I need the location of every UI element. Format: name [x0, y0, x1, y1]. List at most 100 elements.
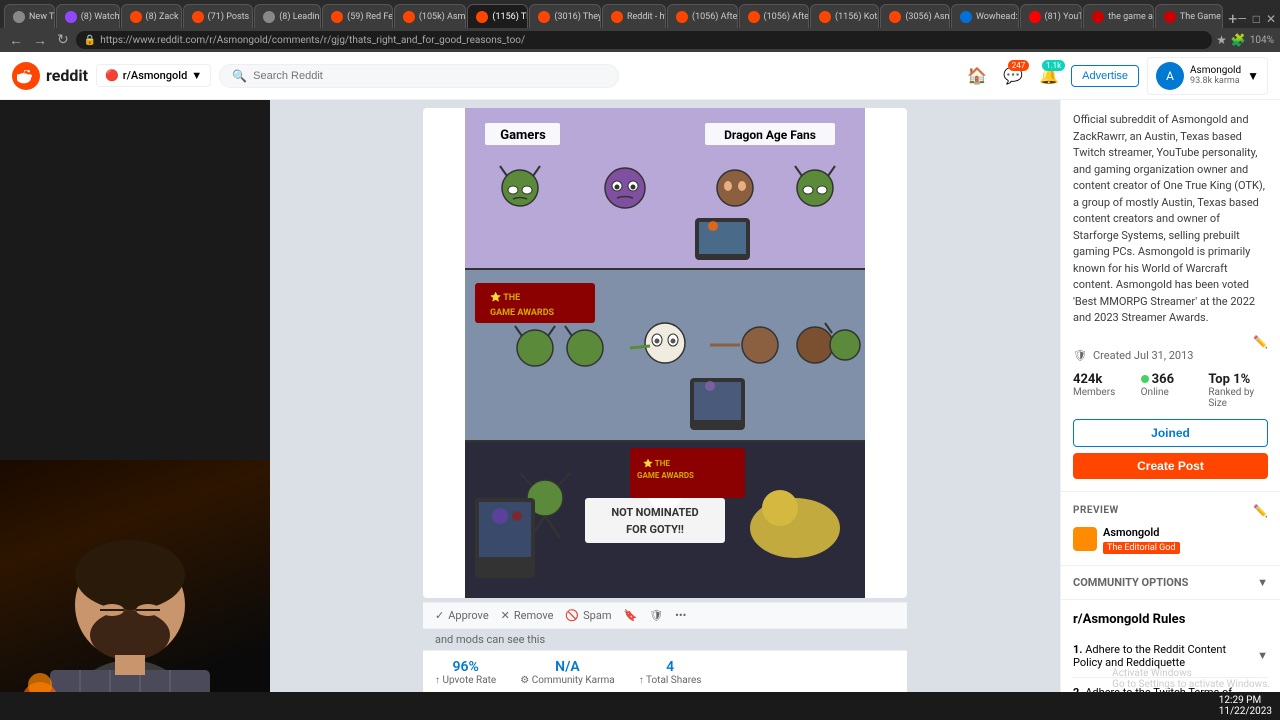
username-label: Asmongold: [1190, 65, 1241, 76]
user-avatar: A: [1156, 62, 1184, 90]
browser-toolbar: ← → ↻ 🔒 https://www.reddit.com/r/Asmongo…: [0, 28, 1280, 52]
tab-105k[interactable]: (105k) Asmong...: [394, 4, 467, 28]
tab-leading[interactable]: (8) Leading R...: [254, 4, 321, 28]
tab-reddit-1[interactable]: (8) Zack (B...: [121, 4, 182, 28]
bookmark-btn[interactable]: ★: [1216, 33, 1227, 47]
tab-posts[interactable]: (71) Posts Mel...: [183, 4, 254, 28]
extensions-btn[interactable]: 🧩: [1231, 33, 1246, 47]
members-count: 424k: [1073, 372, 1133, 387]
taskbar-time: 12:29 PM 11/22/2023: [1219, 695, 1272, 717]
tab-reddit-http[interactable]: Reddit - http...: [602, 4, 666, 28]
online-stat: 366 Online: [1141, 372, 1201, 409]
total-shares-value: 4: [639, 659, 702, 675]
browser-chrome: New Tab (8) Watch la... (8) Zack (B... (…: [0, 0, 1280, 52]
reddit-logo[interactable]: reddit: [12, 62, 88, 90]
calendar-icon: 🛡: [1073, 349, 1087, 362]
refresh-button[interactable]: ↻: [54, 32, 72, 48]
about-text: Official subreddit of Asmongold and Zack…: [1073, 112, 1268, 327]
reddit-alien-icon: [17, 67, 35, 85]
created-label: Created Jul 31, 2013: [1093, 349, 1194, 362]
community-options-label: COMMUNITY OPTIONS: [1073, 576, 1188, 589]
tab-twitch[interactable]: (8) Watch la...: [56, 4, 120, 28]
tab-tga-1[interactable]: the game awar...: [1083, 4, 1154, 28]
upvote-rate-stat: 96% ↑ Upvote Rate: [435, 659, 496, 686]
tab-after-1[interactable]: (1056) After th...: [667, 4, 738, 28]
svg-text:⭐ THE: ⭐ THE: [490, 291, 520, 303]
main-layout: Gamers Dragon Age Fans: [0, 100, 1280, 720]
online-label: Online: [1141, 387, 1201, 398]
more-options-button[interactable]: •••: [675, 609, 686, 622]
shield-button[interactable]: 🔖: [623, 609, 637, 622]
approve-icon: ✓: [435, 609, 444, 622]
spam-button[interactable]: 🚫 Spam: [565, 609, 611, 622]
approve-button[interactable]: ✓ Approve: [435, 609, 489, 622]
mod-bar: ✓ Approve ✕ Remove 🚫 Spam 🔖 🛡: [423, 602, 907, 629]
joined-button[interactable]: Joined: [1073, 419, 1268, 447]
subreddit-selector[interactable]: 🔴 r/Asmongold ▼: [96, 64, 211, 87]
right-sidebar: Official subreddit of Asmongold and Zack…: [1060, 100, 1280, 720]
community-karma-stat: N/A ⚙ Community Karma: [520, 659, 614, 686]
rule-1-chevron: ▼: [1257, 649, 1268, 662]
subreddit-icon: 🔴: [105, 69, 119, 82]
svg-text:⭐ THE: ⭐ THE: [643, 458, 670, 468]
search-bar[interactable]: 🔍: [219, 64, 619, 88]
close-btn[interactable]: ✕: [1266, 12, 1276, 26]
ellipsis-icon: •••: [675, 609, 686, 622]
forward-button[interactable]: →: [30, 32, 50, 49]
rules-title: r/Asmongold Rules: [1073, 612, 1268, 627]
lock-button[interactable]: 🛡: [649, 609, 663, 622]
chevron-down-icon: ▼: [191, 69, 202, 82]
preview-user: Asmongold The Editorial God: [1073, 526, 1268, 553]
url-bar[interactable]: 🔒 https://www.reddit.com/r/Asmongold/com…: [76, 31, 1212, 49]
edit-icon[interactable]: ✏️: [1253, 335, 1268, 349]
search-input[interactable]: [253, 70, 606, 82]
user-menu-chevron: ▼: [1247, 69, 1259, 83]
chat-button[interactable]: 💬 247: [999, 62, 1027, 89]
svg-text:Gamers: Gamers: [500, 128, 546, 143]
tab-after-2[interactable]: (1056) After th...: [739, 4, 810, 28]
tab-new[interactable]: New Tab: [4, 4, 55, 28]
minimize-btn[interactable]: —: [1237, 12, 1246, 26]
new-tab-button[interactable]: +: [1228, 9, 1237, 28]
preview-section: PREVIEW ✏️ Asmongold The Editorial God: [1061, 492, 1280, 566]
clock-time: 12:29 PM: [1219, 695, 1272, 706]
tab-tga-2[interactable]: The Game Aw...: [1155, 4, 1223, 28]
preview-avatar: [1073, 527, 1097, 551]
about-section: Official subreddit of Asmongold and Zack…: [1061, 100, 1280, 492]
preview-user-info: Asmongold The Editorial God: [1103, 526, 1180, 553]
home-button[interactable]: 🏠: [963, 62, 991, 89]
community-stats: 424k Members 366 Online Top 1% Ranked by…: [1073, 372, 1268, 409]
subreddit-name: r/Asmongold: [123, 69, 188, 82]
karma-icon: ⚙: [520, 675, 529, 686]
maximize-btn[interactable]: □: [1253, 12, 1260, 26]
create-post-button[interactable]: Create Post: [1073, 453, 1268, 479]
rank-value: Top 1%: [1208, 372, 1268, 387]
activation-line2: Go to Settings to activate Windows.: [1112, 679, 1270, 690]
preview-title: PREVIEW: [1073, 505, 1119, 516]
notification-button[interactable]: 🔔 1.1k: [1035, 62, 1063, 89]
upvote-rate-value: 96%: [435, 659, 496, 675]
back-button[interactable]: ←: [6, 32, 26, 49]
remove-button[interactable]: ✕ Remove: [501, 609, 554, 622]
header-actions: 🏠 💬 247 🔔 1.1k Advertise A Asmongold 93.…: [963, 57, 1268, 95]
tab-kotaku[interactable]: (1156) Kotaku...: [810, 4, 879, 28]
advertise-button[interactable]: Advertise: [1071, 65, 1139, 87]
svg-text:NOT NOMINATED: NOT NOMINATED: [611, 506, 698, 519]
svg-text:Dragon Age Fans: Dragon Age Fans: [724, 128, 816, 142]
preview-edit-icon[interactable]: ✏️: [1253, 504, 1268, 518]
community-options[interactable]: COMMUNITY OPTIONS ▼: [1061, 566, 1280, 600]
members-stat: 424k Members: [1073, 372, 1133, 409]
svg-text:GAME AWARDS: GAME AWARDS: [637, 471, 694, 480]
tab-wowhead[interactable]: Wowhead: Th...: [951, 4, 1019, 28]
tab-3016[interactable]: (3016) They do...: [529, 4, 601, 28]
tab-youtube[interactable]: (81) YouTube: [1020, 4, 1083, 28]
community-options-chevron: ▼: [1257, 576, 1268, 589]
share-icon: ↑: [639, 675, 644, 686]
tab-asmon-2[interactable]: (3056) Asmon...: [880, 4, 950, 28]
preview-username: Asmongold: [1103, 526, 1180, 539]
editorial-tag: The Editorial God: [1103, 542, 1180, 554]
tab-red[interactable]: (59) Red Fergu...: [322, 4, 393, 28]
tab-active[interactable]: (1156) Tha...: [467, 4, 528, 28]
user-menu[interactable]: A Asmongold 93.8k karma ▼: [1147, 57, 1268, 95]
preview-header: PREVIEW ✏️: [1073, 504, 1268, 518]
